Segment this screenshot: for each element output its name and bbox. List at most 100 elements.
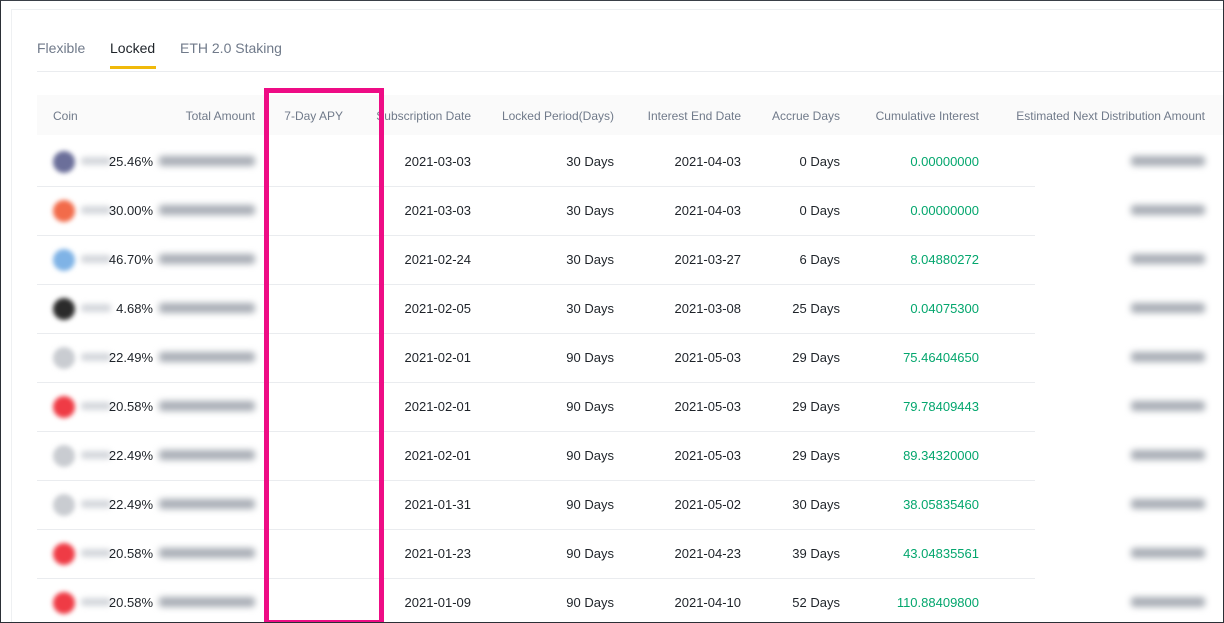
cell-cumulative-interest: 8.04880272	[910, 252, 979, 267]
cell-cumulative-interest: 38.05835460	[903, 497, 979, 512]
app-frame: Flexible Locked ETH 2.0 Staking Coin Tot…	[0, 0, 1224, 623]
coin-icon	[53, 249, 75, 271]
col-accrue-days[interactable]: Accrue Days	[772, 109, 840, 123]
cell-apy: 4.68%	[116, 301, 153, 316]
cell-apy: 46.70%	[108, 252, 153, 267]
table-row[interactable]: 20.58% 2021-02-01 90 Days 2021-05-03 29 Days…	[37, 382, 1205, 432]
tab-flexible[interactable]: Flexible	[37, 40, 85, 56]
cell-accrue-days: 0 Days	[799, 154, 840, 169]
cell-locked-period: 30 Days	[566, 252, 614, 267]
total-amount-redacted	[159, 156, 255, 166]
cell-subscription-date: 2021-02-01	[404, 399, 472, 414]
cell-accrue-days: 25 Days	[792, 301, 840, 316]
cell-apy: 25.46%	[108, 154, 153, 169]
coin-name-redacted	[81, 353, 111, 361]
cell-subscription-date: 2021-02-24	[404, 252, 472, 267]
table-row[interactable]: 25.46% 2021-03-03 30 Days 2021-04-03 0 Days 0…	[37, 137, 1205, 187]
cell-subscription-date: 2021-02-01	[404, 350, 472, 365]
cell-interest-end-date: 2021-04-03	[674, 203, 742, 218]
coin-icon	[53, 592, 75, 614]
total-amount-redacted	[159, 548, 255, 558]
cell-accrue-days: 29 Days	[792, 448, 840, 463]
cell-subscription-date: 2021-01-09	[404, 595, 472, 610]
table-row[interactable]: 30.00% 2021-03-03 30 Days 2021-04-03 0 Days 0…	[37, 186, 1205, 236]
cell-cumulative-interest: 0.00000000	[910, 154, 979, 169]
total-amount-redacted	[159, 205, 255, 215]
cell-cumulative-interest: 75.46404650	[903, 350, 979, 365]
cell-apy: 20.58%	[108, 595, 153, 610]
table-row[interactable]: 4.68% 2021-02-05 30 Days 2021-03-08 25 Days 0…	[37, 284, 1205, 334]
cell-subscription-date: 2021-01-23	[404, 546, 472, 561]
coin-icon	[53, 151, 75, 173]
col-subscription-date[interactable]: Subscription Date	[376, 109, 471, 123]
cell-subscription-date: 2021-01-31	[404, 497, 472, 512]
coin-name-redacted	[81, 451, 111, 459]
coin-name-redacted	[81, 598, 111, 606]
next-distribution-redacted	[1131, 499, 1205, 509]
col-locked-period[interactable]: Locked Period(Days)	[502, 109, 614, 123]
cell-cumulative-interest: 0.04075300	[910, 301, 979, 316]
cell-locked-period: 30 Days	[566, 154, 614, 169]
total-amount-redacted	[159, 303, 255, 313]
coin-name-redacted	[81, 549, 111, 557]
table-row[interactable]: 20.58% 2021-01-23 90 Days 2021-04-23 39 Days…	[37, 529, 1205, 579]
col-interest-end-date[interactable]: Interest End Date	[648, 109, 741, 123]
next-distribution-redacted	[1131, 352, 1205, 362]
total-amount-redacted	[159, 450, 255, 460]
coin-name-redacted	[81, 255, 111, 263]
col-cumulative-interest[interactable]: Cumulative Interest	[876, 109, 979, 123]
table-row[interactable]: 22.49% 2021-02-01 90 Days 2021-05-03 29 Days…	[37, 431, 1205, 481]
next-distribution-redacted	[1131, 303, 1205, 313]
cell-accrue-days: 29 Days	[792, 350, 840, 365]
cell-apy: 20.58%	[108, 399, 153, 414]
cell-cumulative-interest: 0.00000000	[910, 203, 979, 218]
next-distribution-redacted	[1131, 450, 1205, 460]
cell-locked-period: 30 Days	[566, 301, 614, 316]
cell-subscription-date: 2021-02-05	[404, 301, 472, 316]
next-distribution-redacted	[1131, 401, 1205, 411]
cell-locked-period: 90 Days	[566, 595, 614, 610]
cell-interest-end-date: 2021-05-03	[674, 448, 742, 463]
col-apy[interactable]: 7-Day APY	[284, 109, 343, 123]
cell-apy: 20.58%	[108, 546, 153, 561]
table-row[interactable]: 20.58% 2021-01-09 90 Days 2021-04-10 52 Days…	[37, 578, 1205, 622]
cell-interest-end-date: 2021-05-03	[674, 350, 742, 365]
coin-icon	[53, 445, 75, 467]
cell-accrue-days: 30 Days	[792, 497, 840, 512]
next-distribution-redacted	[1131, 597, 1205, 607]
coin-icon	[53, 200, 75, 222]
tab-eth-staking[interactable]: ETH 2.0 Staking	[180, 40, 282, 56]
active-tab-indicator	[110, 66, 156, 69]
cell-apy: 22.49%	[108, 350, 153, 365]
cell-subscription-date: 2021-03-03	[404, 154, 472, 169]
table-row[interactable]: 22.49% 2021-01-31 90 Days 2021-05-02 30 Days…	[37, 480, 1205, 530]
cell-accrue-days: 52 Days	[792, 595, 840, 610]
cell-apy: 22.49%	[108, 448, 153, 463]
cell-interest-end-date: 2021-05-02	[674, 497, 742, 512]
next-distribution-redacted	[1131, 205, 1205, 215]
cell-accrue-days: 39 Days	[792, 546, 840, 561]
cell-interest-end-date: 2021-04-23	[674, 546, 742, 561]
total-amount-redacted	[159, 254, 255, 264]
next-distribution-redacted	[1131, 254, 1205, 264]
cell-apy: 30.00%	[108, 203, 153, 218]
coin-name-redacted	[81, 402, 111, 410]
cell-locked-period: 90 Days	[566, 350, 614, 365]
coin-icon	[53, 298, 75, 320]
cell-subscription-date: 2021-03-03	[404, 203, 472, 218]
cell-cumulative-interest: 110.88409800	[896, 595, 979, 610]
table-row[interactable]: 22.49% 2021-02-01 90 Days 2021-05-03 29 Days…	[37, 333, 1205, 383]
col-next-distribution[interactable]: Estimated Next Distribution Amount	[1016, 109, 1205, 123]
col-total-amount[interactable]: Total Amount	[186, 109, 255, 123]
col-coin[interactable]: Coin	[53, 109, 78, 123]
coin-name-redacted	[81, 157, 111, 165]
tab-locked[interactable]: Locked	[110, 40, 155, 56]
table-row[interactable]: 46.70% 2021-02-24 30 Days 2021-03-27 6 Days 8…	[37, 235, 1205, 285]
coin-name-redacted	[81, 206, 111, 214]
cell-locked-period: 90 Days	[566, 497, 614, 512]
cell-interest-end-date: 2021-04-03	[674, 154, 742, 169]
coin-name-redacted	[81, 304, 111, 312]
tab-bar: Flexible Locked ETH 2.0 Staking	[37, 29, 1223, 72]
coin-icon	[53, 543, 75, 565]
cell-locked-period: 90 Days	[566, 546, 614, 561]
